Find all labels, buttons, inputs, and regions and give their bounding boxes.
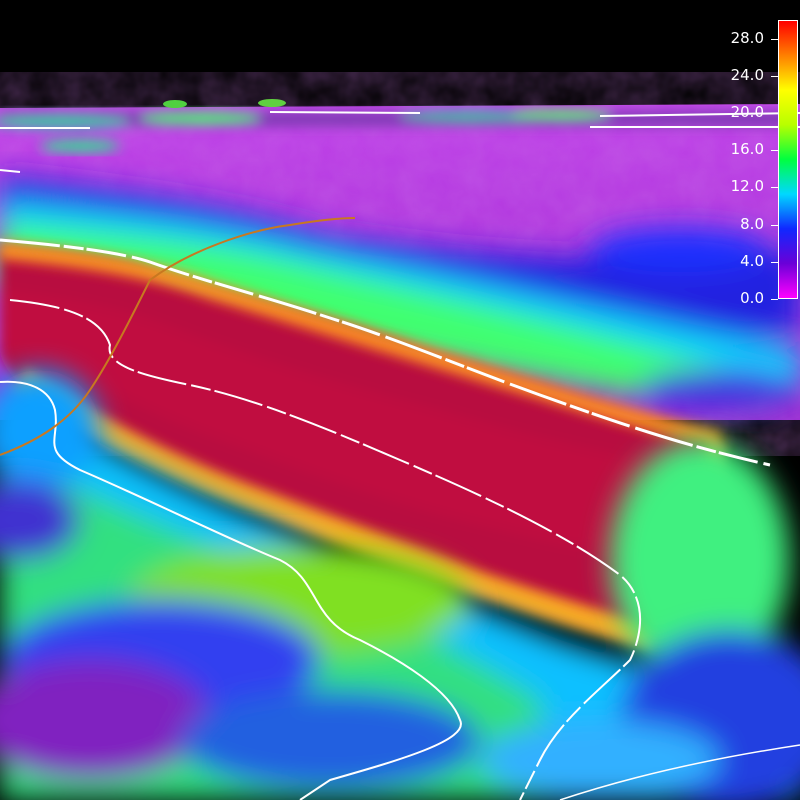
bathymetry-viewport[interactable]: 28.0 24.0 20.0 16.0 12.0 8.0 4.0 0.0: [0, 0, 800, 800]
sky: [0, 0, 800, 108]
bathymetry-3d-render: [0, 0, 800, 800]
